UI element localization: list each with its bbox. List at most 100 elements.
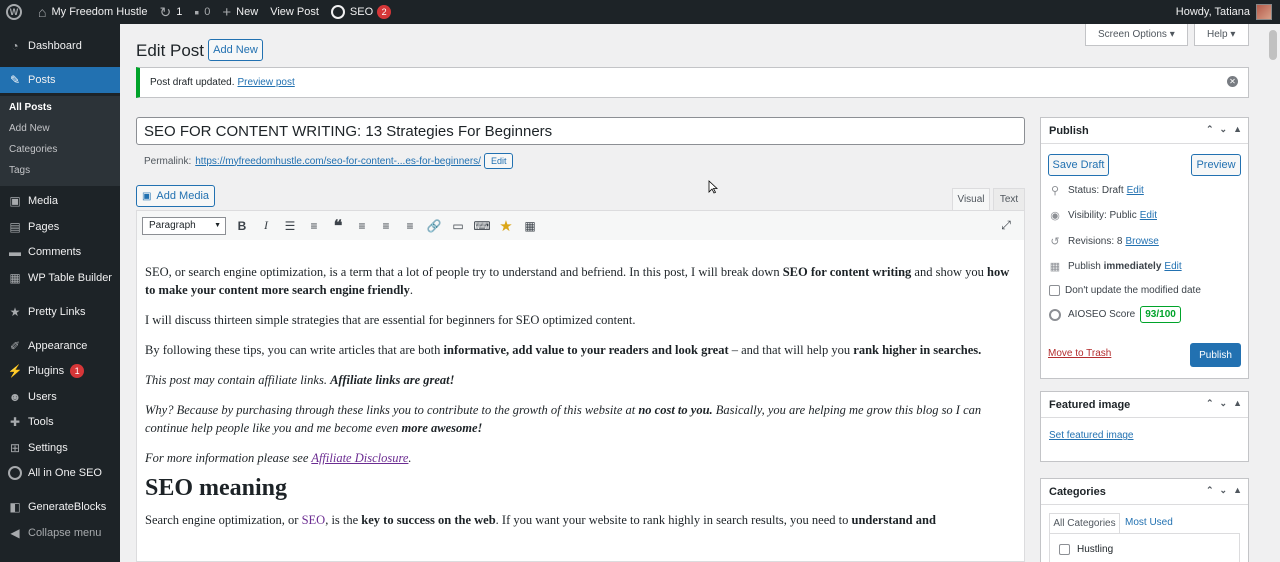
italic-icon[interactable]: I	[254, 216, 278, 236]
menu-dashboard[interactable]: ◔ Dashboard	[0, 33, 120, 58]
format-select[interactable]: Paragraph ▼	[142, 216, 226, 235]
paintbrush-icon: ✐	[9, 338, 21, 353]
featured-image-header[interactable]: Featured image ⌃ ⌄ ▲	[1041, 392, 1248, 418]
submenu-all-posts[interactable]: All Posts	[9, 102, 52, 113]
bullet-list-icon[interactable]: ☰	[278, 216, 302, 236]
chevron-down-icon[interactable]: ⌄	[1220, 124, 1228, 135]
preview-post-link[interactable]: Preview post	[238, 77, 295, 88]
menu-label: WP Table Builder	[28, 271, 112, 284]
numbered-list-icon[interactable]: ≡	[302, 216, 326, 236]
italic-text: .	[408, 451, 412, 465]
wordpress-logo-button[interactable]: W	[0, 0, 32, 24]
status-edit-link[interactable]: Edit	[1127, 185, 1144, 196]
category-checkbox[interactable]	[1059, 544, 1070, 555]
menu-settings[interactable]: ⊞ Settings	[0, 435, 120, 460]
publish-panel-header[interactable]: Publish ⌃ ⌄ ▲	[1041, 118, 1248, 144]
bold-icon[interactable]: B	[230, 216, 254, 236]
read-more-icon[interactable]: ▭	[446, 216, 470, 236]
menu-tools[interactable]: ✚ Tools	[0, 409, 120, 434]
collapse-arrow-icon[interactable]: ▲	[1233, 398, 1242, 409]
site-name-link[interactable]: ⌂ My Freedom Hustle	[32, 0, 153, 24]
submenu-add-new[interactable]: Add New	[9, 123, 50, 134]
seo-menu-link[interactable]: SEO 2	[325, 0, 397, 24]
affiliate-disclosure-link[interactable]: Affiliate Disclosure	[311, 451, 408, 465]
aioseo-score-row: AIOSEO Score 93/100	[1049, 306, 1181, 323]
dont-update-checkbox[interactable]	[1049, 285, 1060, 296]
my-account-link[interactable]: Howdy, Tatiana	[1176, 4, 1280, 20]
move-to-trash-link[interactable]: Move to Trash	[1048, 348, 1111, 359]
blockquote-icon[interactable]: ❝	[326, 216, 350, 236]
browse-revisions-link[interactable]: Browse	[1125, 236, 1158, 247]
menu-label: Plugins	[28, 364, 65, 377]
aioseo-icon	[1049, 308, 1061, 321]
menu-wp-table-builder[interactable]: ▦ WP Table Builder	[0, 265, 120, 290]
submenu-tags[interactable]: Tags	[9, 165, 30, 176]
view-post-link[interactable]: View Post	[264, 0, 325, 24]
add-new-post-button[interactable]: Add New	[208, 39, 263, 61]
menu-pretty-links[interactable]: ★ Pretty Links	[0, 299, 120, 324]
aioseo-score-badge[interactable]: 93/100	[1140, 306, 1181, 323]
pages-icon: ▤	[9, 219, 21, 234]
seo-link[interactable]: SEO	[302, 513, 326, 527]
menu-pages[interactable]: ▤ Pages	[0, 214, 120, 239]
submenu-categories[interactable]: Categories	[9, 144, 57, 155]
menu-all-in-one-seo[interactable]: All in One SEO	[0, 460, 120, 485]
chevron-up-icon[interactable]: ⌃	[1206, 398, 1214, 409]
comments-link[interactable]: ▪ 0	[188, 0, 216, 24]
add-media-button[interactable]: ▣ Add Media	[136, 185, 215, 207]
collapse-menu-button[interactable]: ◀ Collapse menu	[0, 520, 120, 545]
post-title-input[interactable]: SEO FOR CONTENT WRITING: 13 Strategies F…	[136, 117, 1025, 145]
menu-posts[interactable]: ✎ Posts	[0, 67, 120, 93]
publish-label: Publish	[1068, 260, 1101, 272]
editor-content[interactable]: SEO, or search engine optimization, is a…	[137, 241, 1024, 529]
menu-plugins[interactable]: ⚡ Plugins 1	[0, 358, 120, 383]
tab-text[interactable]: Text	[993, 188, 1025, 210]
updates-link[interactable]: ↻ 1	[153, 0, 188, 24]
publish-date-edit-link[interactable]: Edit	[1164, 261, 1181, 272]
preview-button[interactable]: Preview	[1191, 154, 1241, 176]
save-draft-button[interactable]: Save Draft	[1048, 154, 1109, 176]
menu-appearance[interactable]: ✐ Appearance	[0, 333, 120, 358]
menu-media[interactable]: ▣ Media	[0, 188, 120, 213]
calendar-icon: ▦	[1049, 260, 1061, 273]
revisions-icon: ↺	[1050, 235, 1060, 248]
panel-title: Publish	[1049, 124, 1089, 137]
publish-button[interactable]: Publish	[1190, 343, 1241, 367]
visibility-edit-link[interactable]: Edit	[1140, 210, 1157, 221]
scrollbar-thumb[interactable]	[1269, 30, 1277, 60]
categories-header[interactable]: Categories ⌃ ⌄ ▲	[1041, 479, 1248, 505]
chevron-up-icon[interactable]: ⌃	[1206, 124, 1214, 135]
permalink-edit-button[interactable]: Edit	[483, 153, 514, 169]
tab-most-used[interactable]: Most Used	[1125, 517, 1173, 528]
link-icon[interactable]: 🔗	[422, 216, 446, 236]
add-media-icon: ▣	[141, 190, 152, 202]
toolbar-toggle-icon[interactable]: ⌨	[470, 216, 494, 236]
table-icon[interactable]: ▦	[518, 216, 542, 236]
featured-image-panel: Featured image ⌃ ⌄ ▲ Set featured image	[1040, 391, 1249, 462]
tab-all-categories[interactable]: All Categories	[1049, 513, 1120, 533]
paragraph-seo-meaning: Search engine optimization, or SEO, is t…	[145, 511, 1016, 529]
dismiss-icon[interactable]: ✕	[1227, 76, 1238, 87]
menu-comments[interactable]: ▬ Comments	[0, 239, 120, 264]
chevron-down-icon[interactable]: ⌄	[1220, 398, 1228, 409]
permalink-url[interactable]: https://myfreedomhustle.com/seo-for-cont…	[195, 156, 481, 167]
align-left-icon[interactable]: ≡	[350, 216, 374, 236]
permalink-label: Permalink:	[144, 155, 192, 167]
menu-generateblocks[interactable]: ◧ GenerateBlocks	[0, 494, 120, 519]
screen-options-button[interactable]: Screen Options ▾	[1085, 24, 1188, 46]
collapse-arrow-icon[interactable]: ▲	[1233, 485, 1242, 496]
fullscreen-icon[interactable]: ⤢	[994, 216, 1018, 236]
pretty-links-star-icon[interactable]: ★	[494, 216, 518, 236]
chevron-up-icon[interactable]: ⌃	[1206, 485, 1214, 496]
set-featured-image-link[interactable]: Set featured image	[1049, 430, 1134, 441]
align-right-icon[interactable]: ≡	[398, 216, 422, 236]
tab-visual[interactable]: Visual	[952, 188, 990, 210]
page-scrollbar[interactable]	[1266, 24, 1280, 562]
new-content-link[interactable]: + New	[216, 0, 264, 24]
category-item[interactable]: Hustling	[1059, 544, 1113, 555]
align-center-icon[interactable]: ≡	[374, 216, 398, 236]
menu-users[interactable]: ☻ Users	[0, 384, 120, 409]
chevron-down-icon[interactable]: ⌄	[1220, 485, 1228, 496]
collapse-arrow-icon[interactable]: ▲	[1233, 124, 1242, 135]
help-button[interactable]: Help ▾	[1194, 24, 1249, 46]
